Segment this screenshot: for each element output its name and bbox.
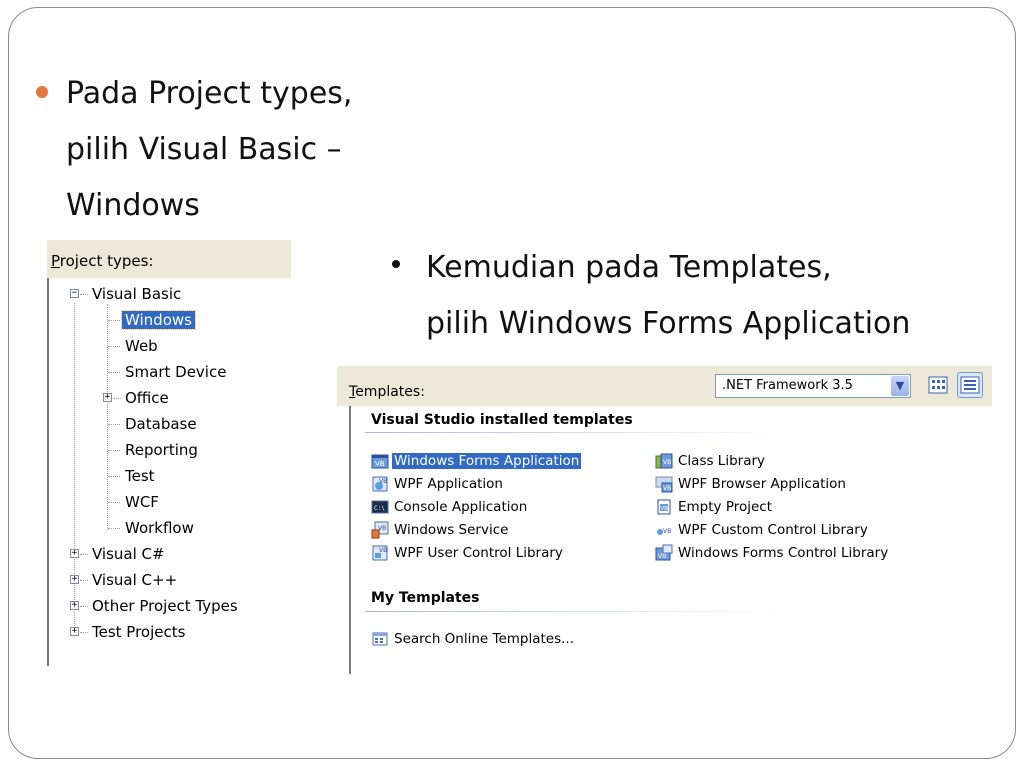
vb-form-icon: VB — [371, 452, 389, 470]
template-class-library[interactable]: VB Class Library — [655, 450, 767, 472]
template-windows-service[interactable]: VB Windows Service — [371, 519, 510, 541]
template-empty-project[interactable]: VB Empty Project — [655, 496, 774, 518]
bullet2-line-2: pilih Windows Forms Application — [426, 306, 911, 341]
svg-text:C:\: C:\ — [374, 505, 385, 512]
template-search-online[interactable]: Search Online Templates... — [371, 628, 576, 650]
expand-icon[interactable]: + — [103, 393, 112, 402]
large-icons-view-button[interactable] — [925, 372, 951, 398]
console-icon: C:\ — [371, 498, 389, 516]
bullet1-line-3: Windows — [66, 188, 200, 223]
templates-panel: Templates: .NET Framework 3.5 ▼ Visual S… — [337, 366, 992, 674]
tree-node-workflow[interactable]: Workflow — [122, 516, 197, 540]
svg-text:VB: VB — [663, 485, 671, 492]
project-types-panel: Project types: − Visual Basic Windows We… — [47, 240, 291, 666]
wpf-app-icon: VB — [371, 475, 389, 493]
svg-text:VB: VB — [663, 459, 671, 466]
wpf-control-icon: VB — [371, 544, 389, 562]
service-icon: VB — [371, 521, 389, 539]
tree-node-visual-basic[interactable]: Visual Basic — [89, 282, 184, 306]
template-windows-forms-control-library[interactable]: VB Windows Forms Control Library — [655, 542, 890, 564]
template-console-application[interactable]: C:\ Console Application — [371, 496, 529, 518]
empty-project-icon: VB — [655, 498, 673, 516]
tree-node-reporting[interactable]: Reporting — [122, 438, 201, 462]
tree-node-other-project-types[interactable]: Other Project Types — [89, 594, 241, 618]
bullet-project-types: Pada Project types, pilih Visual Basic –… — [36, 66, 376, 234]
expand-icon[interactable]: + — [70, 627, 79, 636]
tree-node-wcf[interactable]: WCF — [122, 490, 162, 514]
collapse-icon[interactable]: − — [70, 289, 79, 298]
tree-node-test[interactable]: Test — [122, 464, 158, 488]
template-wpf-application[interactable]: VB WPF Application — [371, 473, 505, 495]
tree-node-windows[interactable]: Windows — [121, 308, 196, 332]
template-wpf-user-control-library[interactable]: VB WPF User Control Library — [371, 542, 565, 564]
templates-list[interactable]: Visual Studio installed templates VB Wind… — [349, 406, 992, 674]
bullet1-line-2: pilih Visual Basic – — [66, 132, 342, 167]
bullet-dot — [392, 260, 400, 268]
template-wpf-browser-application[interactable]: VB WPF Browser Application — [655, 473, 848, 495]
forms-control-library-icon: VB — [655, 544, 673, 562]
bullet1-line-1: Pada Project types, — [66, 76, 353, 111]
wpf-browser-icon: VB — [655, 475, 673, 493]
svg-text:VB: VB — [661, 506, 669, 512]
tree-node-database[interactable]: Database — [122, 412, 200, 436]
bullet-templates: Kemudian pada Templates, pilih Windows F… — [388, 240, 1008, 352]
svg-text:VB: VB — [379, 547, 387, 554]
bullet-dot — [36, 86, 48, 98]
svg-text:VB: VB — [663, 528, 671, 535]
installed-templates-heading: Visual Studio installed templates — [371, 412, 633, 428]
project-types-label: Project types: — [51, 252, 154, 270]
chevron-down-icon[interactable]: ▼ — [891, 376, 909, 396]
tree-node-test-projects[interactable]: Test Projects — [89, 620, 188, 644]
template-wpf-custom-control-library[interactable]: VB WPF Custom Control Library — [655, 519, 870, 541]
framework-value: .NET Framework 3.5 — [722, 378, 853, 393]
small-icons-view-button[interactable] — [957, 372, 983, 398]
templates-header: Templates: .NET Framework 3.5 ▼ — [337, 366, 992, 406]
wpf-custom-control-icon: VB — [655, 521, 673, 539]
expand-icon[interactable]: + — [70, 601, 79, 610]
expand-icon[interactable]: + — [70, 575, 79, 584]
svg-text:VB: VB — [378, 525, 386, 532]
class-library-icon: VB — [655, 452, 673, 470]
svg-text:VB: VB — [658, 553, 666, 560]
my-templates-heading: My Templates — [371, 590, 480, 606]
large-icons-icon — [928, 376, 948, 394]
tree-node-smart-device[interactable]: Smart Device — [122, 360, 229, 384]
tree-node-web[interactable]: Web — [122, 334, 161, 358]
svg-text:VB: VB — [375, 460, 385, 468]
project-types-tree[interactable]: − Visual Basic Windows Web Smart Device … — [47, 278, 291, 666]
templates-label: Templates: — [349, 384, 425, 400]
svg-text:VB: VB — [379, 478, 387, 485]
framework-select[interactable]: .NET Framework 3.5 ▼ — [715, 374, 911, 398]
template-windows-forms-application[interactable]: VB Windows Forms Application — [371, 450, 582, 472]
list-view-icon — [960, 376, 980, 394]
tree-node-visual-cpp[interactable]: Visual C++ — [89, 568, 180, 592]
expand-icon[interactable]: + — [70, 549, 79, 558]
tree-node-office[interactable]: Office — [122, 386, 172, 410]
bullet2-line-1: Kemudian pada Templates, — [426, 250, 832, 285]
search-online-icon — [371, 630, 389, 648]
project-types-header: Project types: — [47, 240, 291, 278]
tree-node-visual-csharp[interactable]: Visual C# — [89, 542, 168, 566]
